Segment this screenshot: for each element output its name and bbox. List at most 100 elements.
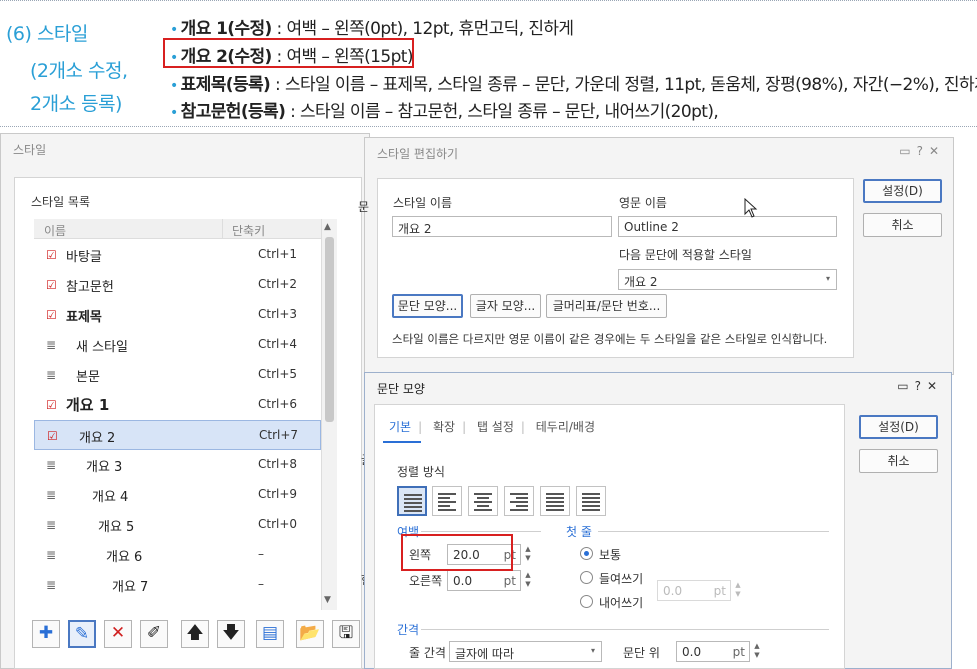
- bullet-outline1: • 개요 1(수정) : 여백 – 왼쪽(0pt), 12pt, 휴먼고딕, 진하…: [170, 19, 574, 39]
- style-list-item[interactable]: ≣ 새 스타일 Ctrl+4: [34, 330, 321, 360]
- mouse-cursor-icon: [744, 198, 758, 218]
- line-spacing-label: 줄 간격: [409, 646, 446, 660]
- align-left-button[interactable]: [432, 486, 462, 516]
- paragraph-shape-button[interactable]: 문단 모양...: [392, 294, 463, 318]
- style-shortcut: Ctrl+8: [258, 457, 298, 471]
- line-spacing-select[interactable]: 글자에 따라 ▾: [449, 641, 602, 662]
- col-shortcut-header[interactable]: 단축키: [232, 222, 265, 239]
- add-style-button[interactable]: ✚: [32, 620, 60, 648]
- char-shape-button[interactable]: 글자 모양...: [470, 294, 541, 318]
- doc-divider: [0, 126, 977, 127]
- align-distribute-button[interactable]: [540, 486, 570, 516]
- edit-style-button[interactable]: ✎: [68, 620, 96, 648]
- active-tab-indicator: [383, 441, 421, 443]
- next-style-select[interactable]: 개요 2 ▾: [618, 269, 837, 290]
- align-right-button[interactable]: [504, 486, 534, 516]
- style-list-item[interactable]: ≣ 개요 7 –: [34, 570, 321, 600]
- style-shortcut: Ctrl+1: [258, 247, 298, 261]
- tab-basic[interactable]: 기본: [389, 420, 411, 434]
- close-icon[interactable]: ✕: [929, 144, 945, 158]
- bullet-numbering-button[interactable]: 글머리표/문단 번호...: [546, 294, 667, 318]
- section-note-line1: (2개소 수정,: [30, 60, 128, 82]
- import-icon: ▤: [261, 623, 279, 643]
- style-list-item[interactable]: ≣ 개요 5 Ctrl+0: [34, 510, 321, 540]
- margin-group-line: [421, 531, 541, 532]
- help-icon[interactable]: ?: [917, 144, 929, 158]
- edit-cancel-button[interactable]: 취소: [863, 213, 942, 237]
- left-margin-spinner[interactable]: ▲ ▼: [523, 545, 533, 563]
- col-name-header[interactable]: 이름: [44, 222, 66, 239]
- context-help-icon[interactable]: ▭: [899, 144, 916, 158]
- style-shortcut: Ctrl+2: [258, 277, 298, 291]
- para-cancel-button[interactable]: 취소: [859, 449, 938, 473]
- right-margin-input[interactable]: 0.0 pt: [447, 570, 521, 591]
- rename-style-button[interactable]: ✐: [140, 620, 168, 648]
- edit-dialog-title: 스타일 편집하기: [377, 147, 459, 161]
- style-list-header: 이름 단축키: [34, 219, 321, 239]
- style-list-item[interactable]: ≣ 개요 6 –: [34, 540, 321, 570]
- tab-border-background[interactable]: 테두리/배경: [536, 420, 595, 434]
- close-icon[interactable]: ✕: [927, 379, 943, 393]
- context-help-icon[interactable]: ▭: [897, 379, 914, 393]
- spacing-group-label: 간격: [397, 623, 420, 637]
- scroll-down-icon[interactable]: ▼: [324, 595, 331, 605]
- para-above-label: 문단 위: [623, 646, 660, 660]
- scroll-up-icon[interactable]: ▲: [324, 222, 331, 232]
- save-style-button[interactable]: 🖫: [332, 620, 360, 648]
- style-list-item[interactable]: ≣ 본문 Ctrl+5: [34, 360, 321, 390]
- open-folder-button[interactable]: 📂: [296, 620, 324, 648]
- import-style-button[interactable]: ▤: [256, 620, 284, 648]
- edit-dialog-title-buttons: ▭?✕: [899, 144, 945, 158]
- line-spacing-value: 글자에 따라: [455, 647, 515, 661]
- align-center-button[interactable]: [468, 486, 498, 516]
- align-justify-button[interactable]: [397, 486, 427, 516]
- para-tabs: 기본 | 확장 | 탭 설정 | 테두리/배경: [389, 420, 595, 434]
- right-margin-spinner[interactable]: ▲ ▼: [523, 571, 533, 589]
- style-list-item[interactable]: ≣ 개요 4 Ctrl+9: [34, 480, 321, 510]
- style-list-item[interactable]: ☑ 참고문헌 Ctrl+2: [34, 270, 321, 300]
- add-icon: ✚: [38, 623, 54, 643]
- radio-normal[interactable]: [580, 547, 593, 560]
- align-divide-button[interactable]: [576, 486, 606, 516]
- move-down-button[interactable]: 🡇: [217, 620, 245, 648]
- style-list-scrollbar[interactable]: ▲ ▼: [321, 219, 337, 610]
- radio-outdent[interactable]: [580, 595, 593, 608]
- right-margin-label: 오른쪽: [409, 574, 443, 588]
- para-style-check-icon: ☑: [46, 308, 57, 322]
- move-up-button[interactable]: 🡅: [181, 620, 209, 648]
- chevron-down-icon: ▾: [590, 646, 595, 655]
- style-name: 개요 7: [112, 580, 149, 595]
- scroll-thumb[interactable]: [325, 237, 334, 422]
- delete-style-button[interactable]: ✕: [104, 620, 132, 648]
- tab-extended[interactable]: 확장: [433, 420, 455, 434]
- style-shortcut: –: [258, 547, 264, 561]
- style-list-item[interactable]: ☑ 표제목 Ctrl+3: [34, 300, 321, 330]
- edit-ok-button[interactable]: 설정(D): [863, 179, 942, 203]
- para-above-input[interactable]: 0.0 pt: [676, 641, 750, 662]
- first-line-spinner[interactable]: ▲ ▼: [733, 581, 743, 599]
- bullet-references: • 참고문헌(등록) : 스타일 이름 – 참고문헌, 스타일 종류 – 문단, …: [170, 102, 719, 122]
- first-line-input[interactable]: 0.0 pt: [657, 580, 731, 601]
- radio-indent[interactable]: [580, 571, 593, 584]
- rename-icon: ✐: [146, 623, 162, 643]
- style-list-item[interactable]: ☑ 바탕글 Ctrl+1: [34, 240, 321, 270]
- help-icon[interactable]: ?: [915, 379, 927, 393]
- open-folder-icon: 📂: [299, 623, 321, 643]
- style-list-item[interactable]: ☑ 개요 1 Ctrl+6: [34, 390, 321, 420]
- style-name: 참고문헌: [66, 280, 114, 295]
- english-name-input[interactable]: Outline 2: [618, 216, 837, 237]
- para-above-spinner[interactable]: ▲ ▼: [752, 642, 762, 660]
- style-name-input[interactable]: 개요 2: [392, 216, 612, 237]
- first-line-value: 0.0: [663, 584, 683, 598]
- style-list-item[interactable]: ☑ 개요 2 Ctrl+7: [34, 420, 321, 450]
- bullet-table-title: • 표제목(등록) : 스타일 이름 – 표제목, 스타일 종류 – 문단, 가운…: [170, 75, 977, 95]
- spacing-group-line: [421, 629, 829, 630]
- style-list-item[interactable]: ≣ 개요 3 Ctrl+8: [34, 450, 321, 480]
- para-style-check-icon: ☑: [47, 429, 58, 443]
- english-name-label: 영문 이름: [619, 196, 667, 210]
- chevron-down-icon: ▾: [825, 274, 830, 283]
- move-up-icon: 🡅: [186, 623, 204, 643]
- tab-tab-settings[interactable]: 탭 설정: [477, 420, 514, 434]
- para-ok-button[interactable]: 설정(D): [859, 415, 938, 439]
- right-margin-value: 0.0: [453, 574, 473, 588]
